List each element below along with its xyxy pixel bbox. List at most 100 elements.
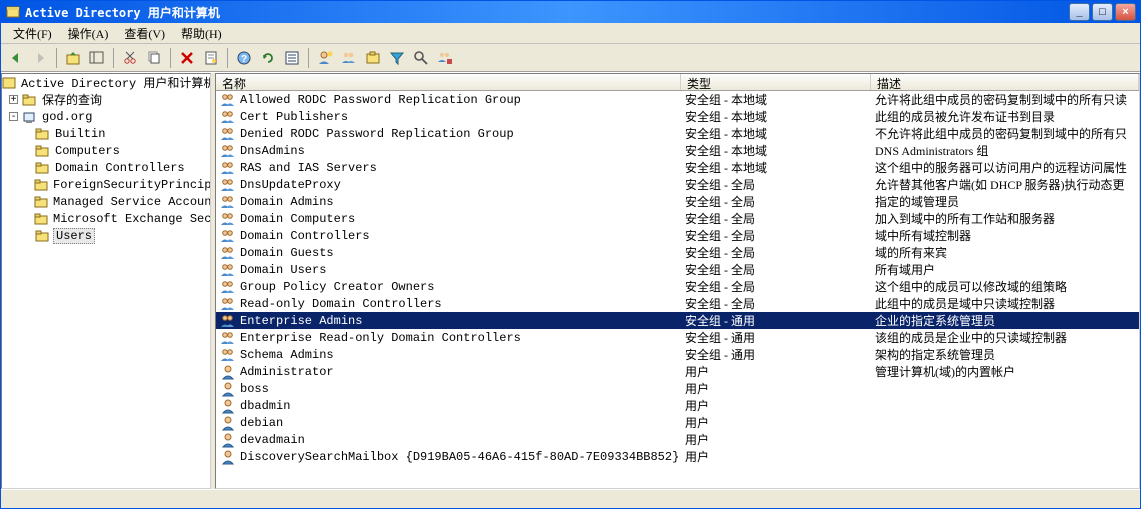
list-panel[interactable]: 名称 类型 描述 Allowed RODC Password Replicati… [215,73,1140,489]
filter-button[interactable] [386,47,408,69]
tree-node[interactable]: ForeignSecurityPrincip [2,176,210,193]
group-icon [220,194,236,210]
row-name: Enterprise Read-only Domain Controllers [240,331,521,345]
group-icon [220,279,236,295]
list-row[interactable]: RAS and IAS Servers安全组 - 本地域这个组中的服务器可以访问… [216,159,1139,176]
tree-node[interactable]: Domain Controllers [2,159,210,176]
console-icon [2,75,16,91]
tree-domain[interactable]: - god.org [2,108,210,125]
cut-button[interactable] [119,47,141,69]
title-bar[interactable]: Active Directory 用户和计算机 _ □ × [1,1,1140,23]
list-row[interactable]: Domain Guests 安全组 - 全局域的所有来宾 [216,244,1139,261]
aduc-window: Active Directory 用户和计算机 _ □ × 文件(F) 操作(A… [0,0,1141,509]
row-type: 安全组 - 全局 [681,278,871,295]
row-type: 安全组 - 本地域 [681,108,871,125]
list-row[interactable]: dbadmin用户 [216,397,1139,414]
close-button[interactable]: × [1115,3,1136,21]
tree-node[interactable]: Microsoft Exchange Sec [2,210,210,227]
menu-bar: 文件(F) 操作(A) 查看(V) 帮助(H) [1,23,1140,44]
new-ou-button[interactable] [362,47,384,69]
folder-icon [34,194,48,210]
group-icon [220,347,236,363]
tree-saved-queries[interactable]: + 保存的查询 [2,91,210,108]
new-user-button[interactable] [314,47,336,69]
list-row[interactable]: Domain Controllers安全组 - 全局域中所有域控制器 [216,227,1139,244]
menu-file[interactable]: 文件(F) [5,23,60,44]
list-row[interactable]: Group Policy Creator Owners安全组 - 全局这个组中的… [216,278,1139,295]
new-group-button[interactable] [338,47,360,69]
row-desc: 域中所有域控制器 [871,227,1139,244]
folder-icon [34,228,50,244]
group-icon [220,211,236,227]
group-icon [220,296,236,312]
tree-node-label: Computers [53,144,122,158]
list-row[interactable]: Domain Admins安全组 - 全局指定的域管理员 [216,193,1139,210]
row-type: 安全组 - 本地域 [681,142,871,159]
folder-icon [34,211,48,227]
tree-node-label: Domain Controllers [53,161,187,175]
tree-node[interactable]: Users [2,227,210,244]
find-button[interactable] [410,47,432,69]
user-icon [220,398,236,414]
column-desc[interactable]: 描述 [871,74,1139,90]
tree-node[interactable]: Managed Service Accoun [2,193,210,210]
list-row[interactable]: Cert Publishers安全组 - 本地域此组的成员被允许发布证书到目录 [216,108,1139,125]
row-name: devadmain [240,433,305,447]
list-row[interactable]: Administrator用户管理计算机(域)的内置帐户 [216,363,1139,380]
minimize-button[interactable]: _ [1069,3,1090,21]
export-list-button[interactable] [281,47,303,69]
row-type: 用户 [681,380,871,397]
refresh-button[interactable] [257,47,279,69]
tree-node-label: Microsoft Exchange Sec [51,212,211,226]
row-type: 安全组 - 全局 [681,244,871,261]
expand-icon[interactable]: + [9,95,18,104]
menu-action[interactable]: 操作(A) [60,23,117,44]
row-type: 安全组 - 通用 [681,329,871,346]
help-button[interactable]: ? [233,47,255,69]
column-name[interactable]: 名称 [216,74,681,90]
row-desc: 管理计算机(域)的内置帐户 [871,363,1139,380]
row-name: Domain Guests [240,246,334,260]
list-row[interactable]: DiscoverySearchMailbox {D919BA05-46A6-41… [216,448,1139,465]
list-row[interactable]: Enterprise Read-only Domain Controllers 安… [216,329,1139,346]
properties-button[interactable] [200,47,222,69]
row-type: 用户 [681,414,871,431]
list-row[interactable]: Enterprise Admins安全组 - 通用企业的指定系统管理员 [216,312,1139,329]
user-icon [220,364,236,380]
tree-node[interactable]: Builtin [2,125,210,142]
maximize-button[interactable]: □ [1092,3,1113,21]
row-desc: 域的所有来宾 [871,244,1139,261]
column-type[interactable]: 类型 [681,74,871,90]
list-row[interactable]: DnsAdmins安全组 - 本地域DNS Administrators 组 [216,142,1139,159]
list-row[interactable]: devadmain用户 [216,431,1139,448]
back-button[interactable] [5,47,27,69]
menu-view[interactable]: 查看(V) [116,23,173,44]
forward-button[interactable] [29,47,51,69]
tree-node[interactable]: Computers [2,142,210,159]
list-row[interactable]: Denied RODC Password Replication Group安全… [216,125,1139,142]
show-hide-tree-button[interactable] [86,47,108,69]
list-row[interactable]: Domain Users安全组 - 全局所有域用户 [216,261,1139,278]
collapse-icon[interactable]: - [9,112,18,121]
row-name: Enterprise Admins [240,314,362,328]
list-row[interactable]: Read-only Domain Controllers安全组 - 全局此组中的… [216,295,1139,312]
row-name: Domain Users [240,263,326,277]
row-name: debian [240,416,283,430]
add-to-group-button[interactable] [434,47,456,69]
list-row[interactable]: Schema Admins安全组 - 通用架构的指定系统管理员 [216,346,1139,363]
group-icon [220,262,236,278]
column-headers: 名称 类型 描述 [216,74,1139,91]
delete-button[interactable] [176,47,198,69]
list-row[interactable]: Allowed RODC Password Replication Group安… [216,91,1139,108]
copy-button[interactable] [143,47,165,69]
tree-panel[interactable]: Active Directory 用户和计算机 + 保存的查询 - god.or… [1,73,211,489]
list-row[interactable]: debian 用户 [216,414,1139,431]
list-row[interactable]: Domain Computers安全组 - 全局加入到域中的所有工作站和服务器 [216,210,1139,227]
list-row[interactable]: boss用户 [216,380,1139,397]
group-icon [220,313,236,329]
menu-help[interactable]: 帮助(H) [173,23,230,44]
tree-root[interactable]: Active Directory 用户和计算机 [2,74,210,91]
row-desc: 该组的成员是企业中的只读域控制器 [871,329,1139,346]
up-button[interactable] [62,47,84,69]
list-row[interactable]: DnsUpdateProxy安全组 - 全局允许替其他客户端(如 DHCP 服务… [216,176,1139,193]
